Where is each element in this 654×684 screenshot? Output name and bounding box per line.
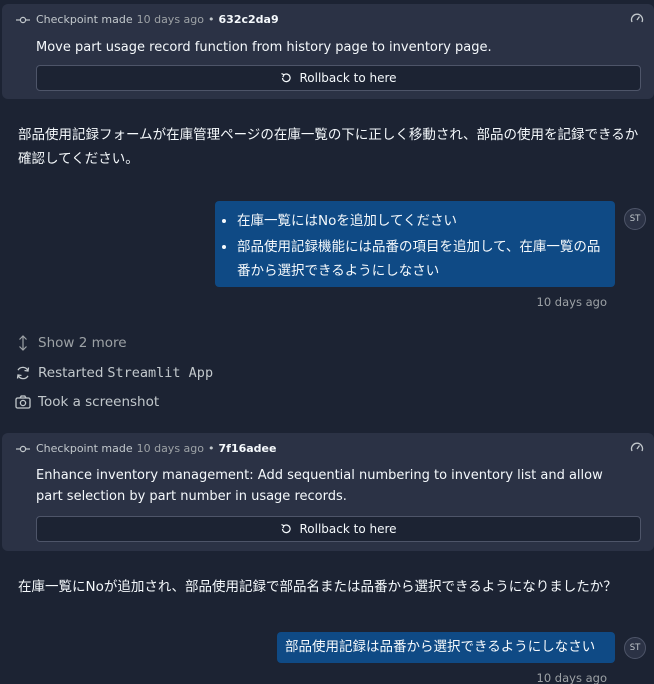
rollback-label: Rollback to here	[299, 522, 397, 536]
camera-icon	[14, 393, 32, 411]
checkpoint-separator: •	[208, 442, 215, 455]
avatar: ST	[624, 637, 646, 659]
message-timestamp: 10 days ago	[536, 295, 607, 309]
checkpoint-card: Checkpoint made 10 days ago • 7f16adee E…	[2, 433, 654, 551]
message-timestamp: 10 days ago	[536, 671, 607, 684]
chat-thread: Checkpoint made 10 days ago • 632c2da9 M…	[0, 0, 654, 684]
screenshot-label: Took a screenshot	[38, 394, 160, 410]
user-message-bubble: 在庫一覧にはNoを追加してください 部品使用記録機能には品番の項目を追加して、在…	[215, 201, 615, 287]
checkpoint-label: Checkpoint made	[36, 13, 133, 26]
user-message-item: 部品使用記録機能には品番の項目を追加して、在庫一覧の品番から選択できるようにしな…	[237, 235, 605, 283]
checkpoint-card: Checkpoint made 10 days ago • 632c2da9 M…	[2, 4, 654, 99]
screenshot-action: Took a screenshot	[14, 393, 159, 411]
avatar: ST	[624, 208, 646, 230]
agent-message: 在庫一覧にNoが追加され、部品使用記録で部品名または品番から選択できるようになり…	[18, 579, 617, 595]
commit-icon	[16, 445, 30, 452]
user-message-list: 在庫一覧にはNoを追加してください 部品使用記録機能には品番の項目を追加して、在…	[215, 209, 605, 283]
refresh-icon	[14, 364, 32, 382]
gauge-icon[interactable]	[630, 12, 644, 26]
show-more-label: Show 2 more	[38, 335, 127, 351]
checkpoint-header: Checkpoint made 10 days ago • 7f16adee	[16, 442, 276, 455]
checkpoint-separator: •	[208, 13, 215, 26]
checkpoint-label: Checkpoint made	[36, 442, 133, 455]
rollback-label: Rollback to here	[299, 71, 397, 85]
checkpoint-hash[interactable]: 7f16adee	[219, 442, 277, 455]
rollback-button[interactable]: Rollback to here	[36, 516, 641, 542]
commit-icon	[16, 16, 30, 23]
user-message-bubble: 部品使用記録は品番から選択できるようにしなさい	[277, 632, 615, 663]
checkpoint-message: Move part usage record function from his…	[36, 40, 492, 55]
restarted-label: Restarted	[38, 365, 104, 381]
undo-icon	[281, 523, 292, 534]
checkpoint-message: Enhance inventory management: Add sequen…	[36, 468, 603, 504]
undo-icon	[281, 72, 292, 83]
expand-vertical-icon	[14, 334, 32, 352]
restarted-action: Restarted Streamlit App	[14, 364, 213, 382]
restarted-app-name: Streamlit App	[107, 365, 214, 381]
checkpoint-hash[interactable]: 632c2da9	[219, 13, 279, 26]
rollback-button[interactable]: Rollback to here	[36, 65, 641, 91]
user-message-item: 在庫一覧にはNoを追加してください	[237, 209, 605, 233]
checkpoint-time: 10 days ago	[136, 442, 205, 455]
agent-message: 部品使用記録フォームが在庫管理ページの在庫一覧の下に正しく移動され、部品の使用を…	[18, 127, 639, 167]
checkpoint-header: Checkpoint made 10 days ago • 632c2da9	[16, 13, 279, 26]
checkpoint-time: 10 days ago	[136, 13, 205, 26]
show-more-button[interactable]: Show 2 more	[14, 334, 127, 352]
gauge-icon[interactable]	[630, 441, 644, 455]
